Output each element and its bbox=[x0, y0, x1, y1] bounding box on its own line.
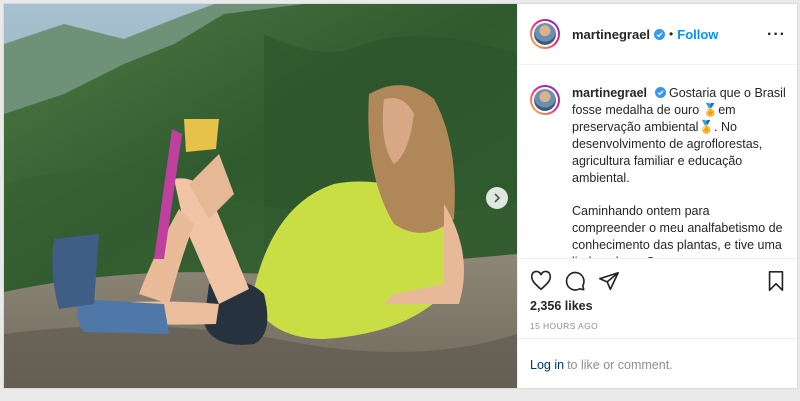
share-button[interactable] bbox=[598, 270, 620, 292]
action-bar bbox=[518, 259, 797, 303]
post-header: martinegrael • Follow ··· bbox=[518, 4, 797, 65]
mountain-scene-image bbox=[4, 4, 517, 388]
login-prompt: Log in to like or comment. bbox=[518, 338, 797, 388]
separator-dot: • bbox=[669, 27, 674, 41]
caption-line-2: Caminhando ontem para compreender o meu … bbox=[572, 204, 783, 258]
post-sidebar: martinegrael • Follow ··· martinegrael G… bbox=[517, 4, 797, 388]
post-photo[interactable] bbox=[4, 4, 517, 388]
caption-area: martinegrael Gostaria que o Brasil fosse… bbox=[518, 65, 797, 259]
follow-button[interactable]: Follow bbox=[677, 27, 718, 42]
comment-icon bbox=[565, 271, 585, 291]
avatar[interactable] bbox=[530, 19, 560, 49]
verified-badge-icon bbox=[654, 87, 666, 98]
post-timestamp: 15 HOURS AGO bbox=[530, 321, 599, 331]
verified-badge-icon bbox=[654, 28, 666, 40]
more-options-icon[interactable]: ··· bbox=[767, 26, 786, 44]
paper-plane-icon bbox=[599, 271, 619, 291]
chevron-right-icon bbox=[494, 193, 501, 203]
instagram-post-embed: martinegrael • Follow ··· martinegrael G… bbox=[3, 3, 798, 389]
caption-line-1: Gostaria que o Brasil fosse medalha de o… bbox=[572, 86, 786, 185]
comment-button[interactable] bbox=[564, 270, 586, 292]
bookmark-icon bbox=[768, 271, 784, 291]
save-button[interactable] bbox=[766, 270, 786, 297]
caption-avatar[interactable] bbox=[530, 85, 560, 115]
login-link[interactable]: Log in bbox=[530, 358, 564, 372]
login-prompt-text: to like or comment. bbox=[567, 357, 673, 372]
heart-icon bbox=[530, 270, 552, 291]
next-photo-button[interactable] bbox=[486, 187, 508, 209]
username-link[interactable]: martinegrael bbox=[572, 27, 650, 42]
like-button[interactable] bbox=[530, 270, 552, 292]
caption-text: martinegrael Gostaria que o Brasil fosse… bbox=[572, 85, 786, 258]
caption-username[interactable]: martinegrael bbox=[572, 86, 647, 100]
